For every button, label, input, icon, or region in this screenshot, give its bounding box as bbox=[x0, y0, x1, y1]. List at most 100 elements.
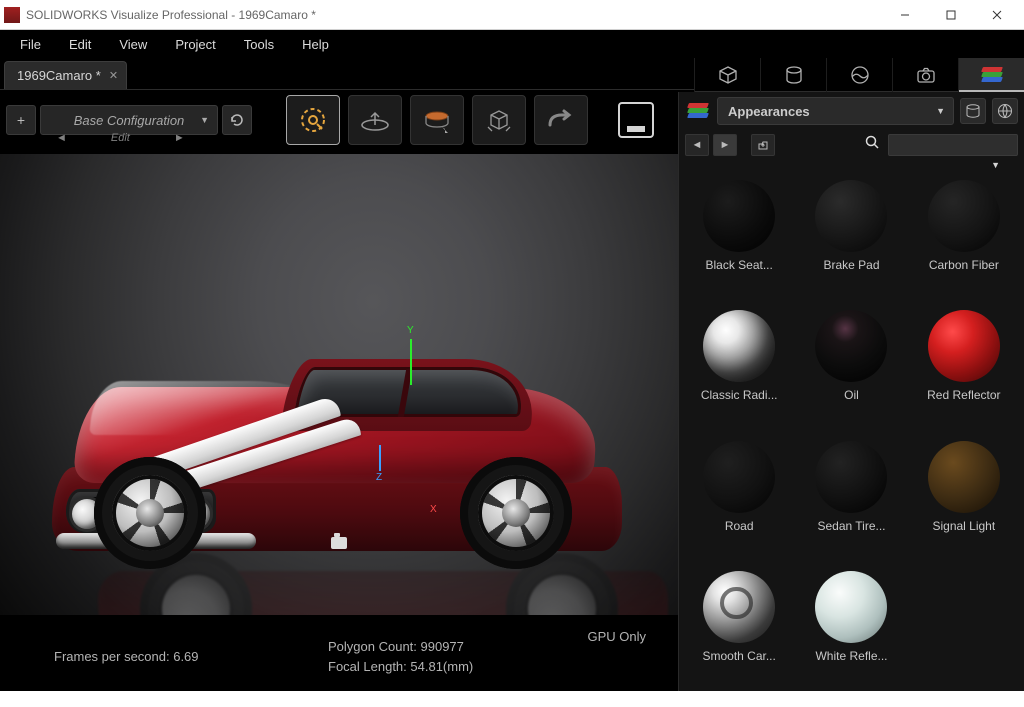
tool-redo-arrow[interactable] bbox=[534, 95, 588, 145]
swatch-label: Smooth Car... bbox=[702, 649, 775, 663]
swatch-preview-icon bbox=[703, 441, 775, 513]
viewport-3d[interactable]: X bbox=[0, 154, 678, 615]
window-resizer[interactable] bbox=[0, 691, 1024, 707]
appearance-swatch[interactable]: Classic Radi... bbox=[685, 310, 793, 422]
nav-forward-button[interactable]: ► bbox=[713, 134, 737, 156]
right-panel: Appearances ▼ ◄ ► ▼ Black Seat...Br bbox=[678, 92, 1024, 691]
add-config-button[interactable]: + bbox=[6, 105, 36, 135]
panel-header: Appearances ▼ bbox=[679, 92, 1024, 130]
axis-x-icon: X bbox=[430, 504, 437, 515]
environment-icon bbox=[849, 64, 871, 86]
menu-view[interactable]: View bbox=[105, 33, 161, 56]
swatch-label: Brake Pad bbox=[823, 258, 879, 272]
refresh-config-button[interactable] bbox=[222, 105, 252, 135]
nav-up-button[interactable] bbox=[751, 134, 775, 156]
panel-tab-camera[interactable] bbox=[892, 58, 958, 92]
swatch-label: Red Reflector bbox=[927, 388, 1000, 402]
appearance-swatch[interactable]: Sedan Tire... bbox=[797, 441, 905, 553]
tool-render-frame[interactable] bbox=[618, 102, 654, 138]
swatch-label: Sedan Tire... bbox=[817, 519, 885, 533]
library-dropdown[interactable]: Appearances ▼ bbox=[717, 97, 954, 125]
close-button[interactable] bbox=[974, 0, 1020, 30]
document-tab[interactable]: 1969Camaro * ✕ bbox=[4, 61, 127, 89]
window-title: SOLIDWORKS Visualize Professional - 1969… bbox=[26, 8, 316, 22]
viewport-stats: GPU Only Frames per second: 6.69 Polygon… bbox=[0, 615, 678, 691]
database-icon bbox=[965, 103, 981, 119]
menu-edit[interactable]: Edit bbox=[55, 33, 105, 56]
material-drop-icon bbox=[420, 105, 454, 135]
swatch-label: Carbon Fiber bbox=[929, 258, 999, 272]
library-nav: ◄ ► bbox=[679, 130, 1024, 160]
render-preview: X bbox=[0, 154, 678, 615]
swatch-preview-icon bbox=[703, 310, 775, 382]
config-next-button[interactable]: ► bbox=[174, 132, 185, 144]
swatch-preview-icon bbox=[815, 310, 887, 382]
titlebar: SOLIDWORKS Visualize Professional - 1969… bbox=[0, 0, 1024, 30]
app-logo-icon bbox=[4, 7, 20, 23]
layers-icon bbox=[982, 67, 1002, 83]
swatch-label: Signal Light bbox=[932, 519, 995, 533]
layers-icon bbox=[685, 98, 711, 124]
swatch-label: Oil bbox=[844, 388, 859, 402]
appearance-swatch[interactable]: White Refle... bbox=[797, 571, 905, 683]
panel-tab-environment[interactable] bbox=[826, 58, 892, 92]
swatch-label: Classic Radi... bbox=[701, 388, 778, 402]
appearance-swatch[interactable]: Smooth Car... bbox=[685, 571, 793, 683]
nav-back-button[interactable]: ◄ bbox=[685, 134, 709, 156]
swatch-preview-icon bbox=[928, 180, 1000, 252]
minimize-button[interactable] bbox=[882, 0, 928, 30]
filter-dropdown-icon[interactable]: ▼ bbox=[679, 160, 1024, 172]
swatch-preview-icon bbox=[815, 180, 887, 252]
panel-tab-scene[interactable] bbox=[760, 58, 826, 92]
tool-turntable[interactable] bbox=[348, 95, 402, 145]
tool-material-drop[interactable] bbox=[410, 95, 464, 145]
config-dropdown-label: Base Configuration bbox=[74, 113, 185, 128]
config-edit-label[interactable]: Edit bbox=[111, 132, 130, 144]
swatch-preview-icon bbox=[928, 441, 1000, 513]
library-dropdown-label: Appearances bbox=[728, 104, 810, 119]
camera-marker-icon bbox=[331, 537, 347, 549]
menu-project[interactable]: Project bbox=[161, 33, 229, 56]
maximize-button[interactable] bbox=[928, 0, 974, 30]
left-pane: + Base Configuration ▼ bbox=[0, 92, 678, 691]
appearance-swatch[interactable]: Carbon Fiber bbox=[910, 180, 1018, 292]
render-mode-label: GPU Only bbox=[587, 629, 646, 644]
tool-cube-orbit[interactable] bbox=[472, 95, 526, 145]
library-db-button[interactable] bbox=[960, 98, 986, 124]
swatch-preview-icon bbox=[703, 571, 775, 643]
panel-tab-appearances[interactable] bbox=[958, 58, 1024, 92]
redo-arrow-icon bbox=[544, 107, 578, 133]
cube-icon bbox=[717, 64, 739, 86]
frame-icon bbox=[627, 126, 645, 132]
appearance-swatch[interactable]: Oil bbox=[797, 310, 905, 422]
appearance-swatch[interactable]: Signal Light bbox=[910, 441, 1018, 553]
tab-close-icon[interactable]: ✕ bbox=[109, 69, 118, 82]
panel-tabs bbox=[694, 58, 1024, 92]
chevron-down-icon: ▼ bbox=[200, 115, 209, 125]
config-dropdown[interactable]: Base Configuration ▼ bbox=[40, 105, 218, 135]
polycount-label: Polygon Count: 990977 bbox=[328, 639, 464, 654]
chevron-down-icon: ▼ bbox=[936, 106, 945, 116]
menubar: File Edit View Project Tools Help bbox=[0, 30, 1024, 58]
library-web-button[interactable] bbox=[992, 98, 1018, 124]
appearance-swatch[interactable]: Black Seat... bbox=[685, 180, 793, 292]
fps-label: Frames per second: 6.69 bbox=[54, 649, 199, 664]
appearance-swatch[interactable]: Road bbox=[685, 441, 793, 553]
menu-file[interactable]: File bbox=[6, 33, 55, 56]
panel-tab-model[interactable] bbox=[694, 58, 760, 92]
appearance-swatch[interactable]: Brake Pad bbox=[797, 180, 905, 292]
config-prev-button[interactable]: ◄ bbox=[56, 132, 67, 144]
folder-up-icon bbox=[757, 139, 769, 151]
search-input[interactable] bbox=[888, 134, 1018, 156]
swatch-label: Black Seat... bbox=[705, 258, 772, 272]
swatch-preview-icon bbox=[928, 310, 1000, 382]
turntable-icon bbox=[358, 105, 392, 135]
menu-tools[interactable]: Tools bbox=[230, 33, 288, 56]
camera-icon bbox=[915, 64, 937, 86]
appearance-swatch[interactable]: Red Reflector bbox=[910, 310, 1018, 422]
menu-help[interactable]: Help bbox=[288, 33, 343, 56]
cylinder-icon bbox=[783, 64, 805, 86]
search-icon bbox=[865, 135, 880, 155]
axis-y-icon bbox=[410, 339, 412, 385]
tool-region-select[interactable] bbox=[286, 95, 340, 145]
